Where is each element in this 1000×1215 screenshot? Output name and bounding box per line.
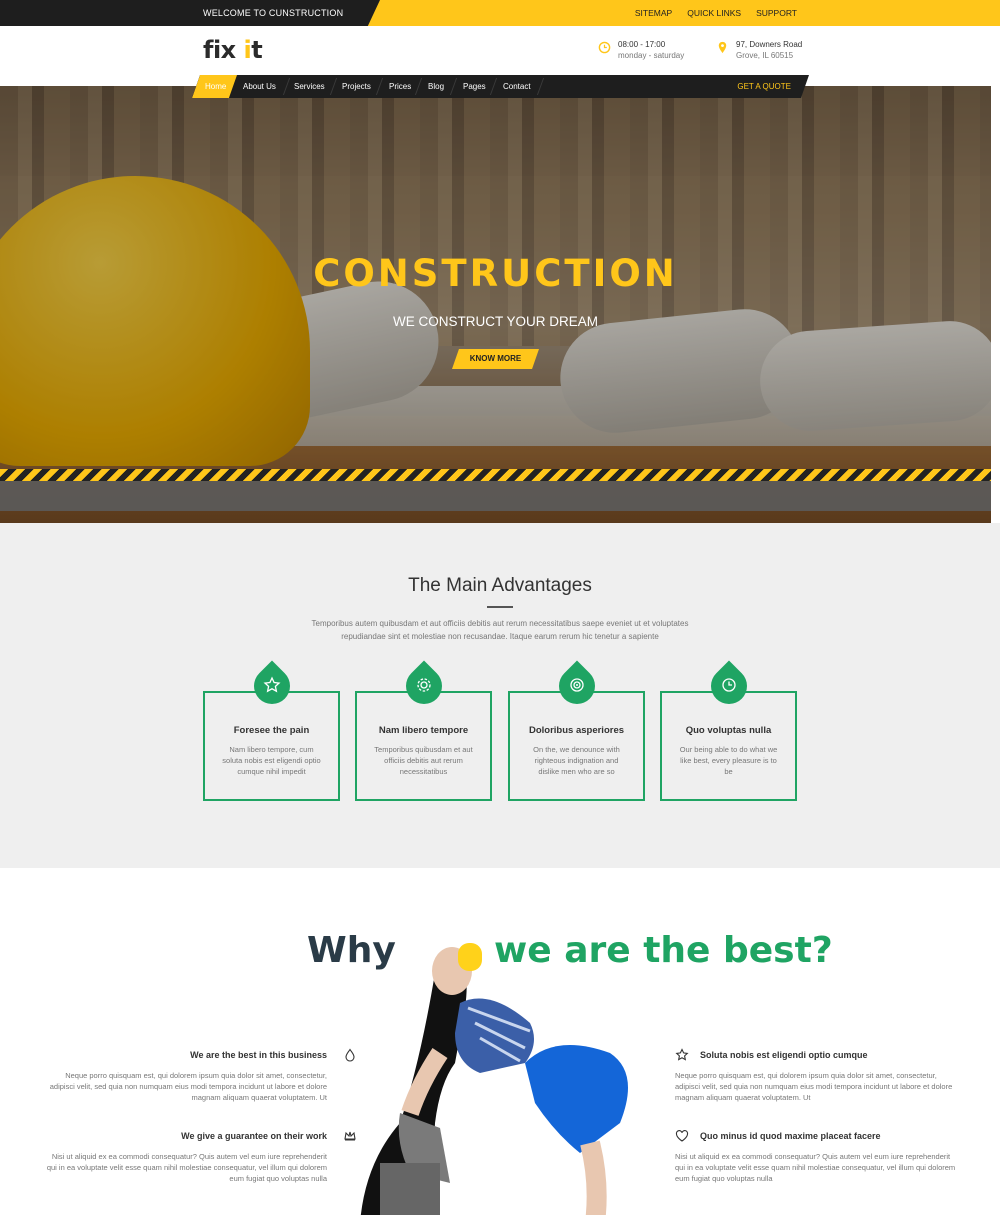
why-title-part2: we are the best? [494, 930, 833, 971]
nav-item-prices[interactable]: Prices [389, 82, 411, 91]
hero-overlay [0, 86, 991, 523]
star-outline-icon [675, 1048, 689, 1061]
feature-text: Neque porro quisquam est, qui dolorem ip… [675, 1071, 953, 1102]
hero-bottom-band [0, 481, 991, 511]
card-text: Temporibus quibusdam et aut officiis deb… [374, 745, 473, 776]
hours-days: monday - saturday [618, 51, 685, 60]
address-city: Grove, IL 60515 [736, 51, 794, 60]
why-title-part1: Why [307, 930, 396, 971]
feature-item: Quo minus id quod maxime placeat facere … [675, 1130, 960, 1184]
nav-item-about-us[interactable]: About Us [243, 82, 276, 91]
card-text: Nam libero tempore, cum soluta nobis est… [222, 745, 321, 776]
advantage-card[interactable]: Doloribus asperiores On the, we denounce… [508, 660, 645, 801]
title-underline [487, 606, 513, 608]
quick-links-link[interactable]: QUICK LINKS [687, 8, 741, 18]
advantage-card[interactable]: Nam libero tempore Temporibus quibusdam … [355, 660, 492, 801]
nav-separator [282, 78, 291, 95]
advantages-description: Temporibus autem quibusdam et aut offici… [311, 619, 689, 641]
nav-separator [375, 78, 384, 95]
map-pin-icon [718, 41, 727, 54]
nav-separator [536, 78, 545, 95]
main-nav: Home About Us Services Projects Prices B… [192, 75, 809, 98]
feature-item: Soluta nobis est eligendi optio cumque N… [675, 1048, 960, 1103]
nav-separator [329, 78, 338, 95]
hero-title: CONSTRUCTION [313, 252, 678, 295]
feature-text: Nisi ut aliquid ex ea commodi consequatu… [46, 1152, 327, 1183]
advantages-section: The Main Advantages Temporibus autem qui… [0, 523, 1000, 868]
address-info: 97, Downers Road Grove, IL 60515 [716, 39, 802, 61]
feature-title: We are the best in this business [190, 1050, 327, 1060]
crown-icon [344, 1131, 356, 1141]
nav-separator [449, 78, 458, 95]
nav-item-contact[interactable]: Contact [503, 82, 531, 91]
logo-text-end: t [251, 36, 263, 64]
star-icon [263, 676, 280, 693]
nav-separator [489, 78, 498, 95]
logo-text: fix [203, 36, 244, 64]
support-link[interactable]: SUPPORT [756, 8, 797, 18]
clock-icon [598, 41, 611, 54]
welcome-text: WELCOME TO CUNSTRUCTION [203, 8, 344, 18]
top-bar: WELCOME TO CUNSTRUCTION SITEMAP QUICK LI… [0, 0, 1000, 26]
address-street: 97, Downers Road [736, 40, 803, 49]
advantages-title: The Main Advantages [408, 575, 592, 596]
nav-item-services[interactable]: Services [294, 82, 325, 91]
feature-text: Nisi ut aliquid ex ea commodi consequatu… [675, 1152, 956, 1183]
feature-text: Neque porro quisquam est, qui dolorem ip… [49, 1071, 327, 1102]
heart-icon [675, 1130, 689, 1142]
nav-item-home[interactable]: Home [205, 82, 226, 91]
logo[interactable]: fix it [203, 36, 263, 64]
hazard-stripe [0, 469, 991, 481]
card-text: Our being able to do what we like best, … [679, 745, 778, 776]
card-title: Doloribus asperiores [528, 725, 625, 736]
why-section: Why we are the best? We are the best in … [0, 868, 1000, 1215]
feature-item: We are the best in this business Neque p… [42, 1048, 355, 1103]
sitemap-link[interactable]: SITEMAP [635, 8, 672, 18]
know-more-button[interactable]: KNOW MORE [452, 349, 539, 369]
card-text: On the, we denounce with righteous indig… [533, 745, 620, 776]
card-title: Quo voluptas nulla [685, 725, 772, 736]
get-a-quote-button[interactable]: GET A QUOTE [737, 82, 791, 91]
target-icon [569, 678, 584, 692]
hero-banner: CONSTRUCTION WE CONSTRUCT YOUR DREAM KNO… [0, 86, 991, 523]
advantage-card[interactable]: Foresee the pain Nam libero tempore, cum… [203, 660, 340, 801]
clock-icon [721, 678, 736, 692]
card-title: Foresee the pain [233, 725, 310, 736]
feature-item: We give a guarantee on their work Nisi u… [42, 1131, 356, 1184]
nav-item-blog[interactable]: Blog [428, 82, 444, 91]
advantage-card[interactable]: Quo voluptas nulla Our being able to do … [660, 660, 797, 801]
feature-title: Quo minus id quod maxime placeat facere [700, 1131, 881, 1141]
hours-info: 08:00 - 17:00 monday - saturday [598, 39, 684, 61]
feature-title: We give a guarantee on their work [181, 1131, 327, 1141]
card-title: Nam libero tempore [378, 725, 469, 736]
hero-subtitle: WE CONSTRUCT YOUR DREAM [392, 314, 598, 329]
feature-title: Soluta nobis est eligendi optio cumque [700, 1050, 868, 1060]
nav-item-projects[interactable]: Projects [342, 82, 371, 91]
gear-icon [416, 678, 431, 692]
top-links: SITEMAP QUICK LINKS SUPPORT [635, 8, 797, 18]
nav-separator [414, 78, 423, 95]
hours-time: 08:00 - 17:00 [618, 40, 666, 49]
drop-icon [345, 1048, 355, 1062]
nav-item-pages[interactable]: Pages [463, 82, 486, 91]
